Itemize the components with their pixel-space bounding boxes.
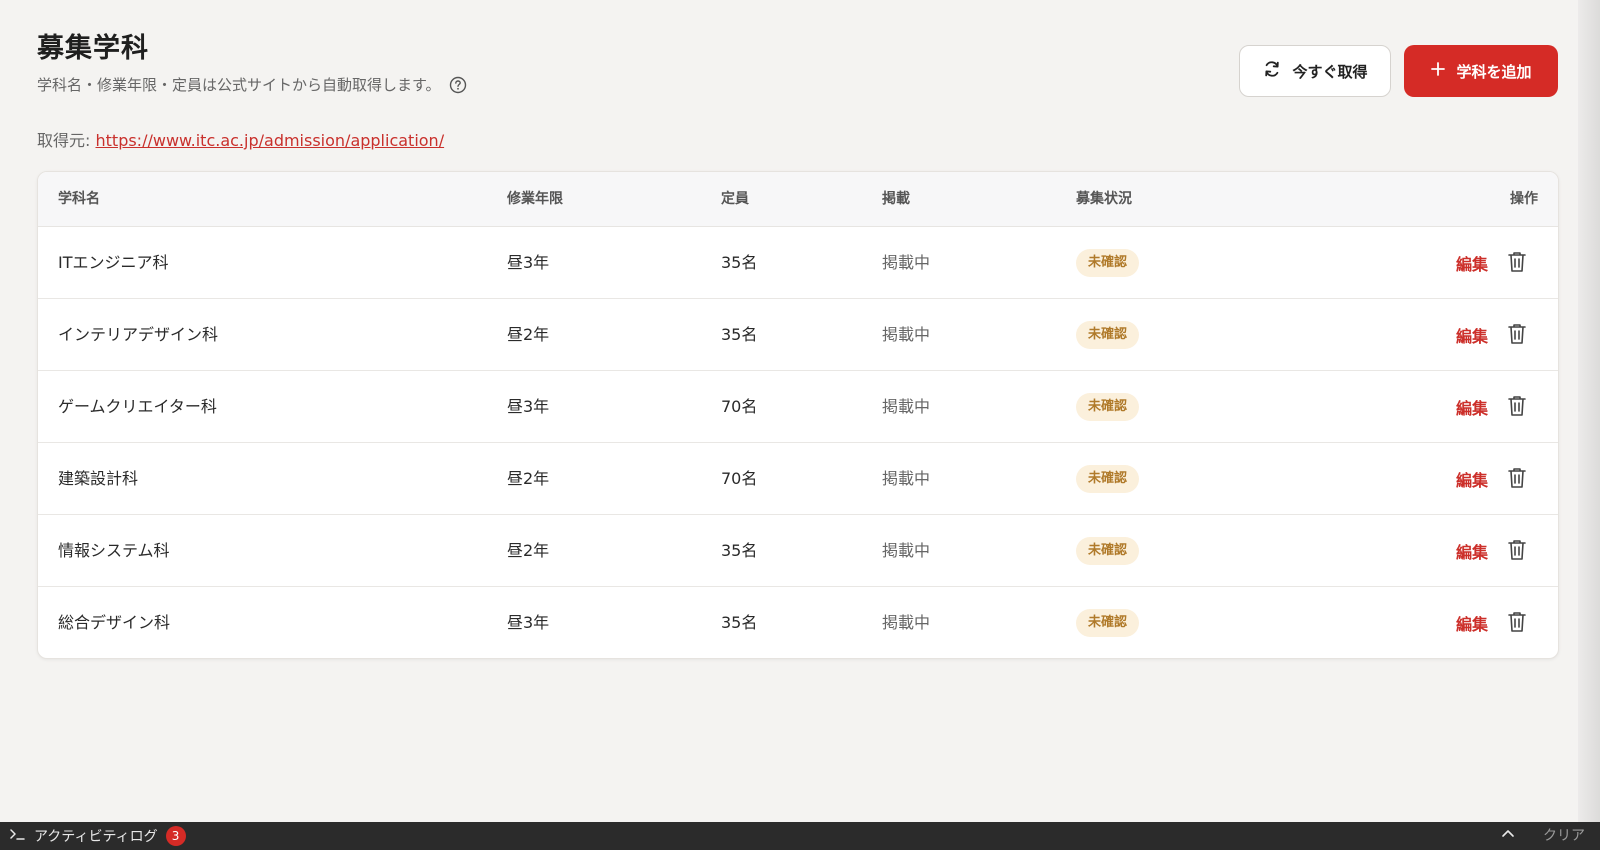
published-status: 掲載中 [882, 613, 931, 632]
column-header-name: 学科名 [58, 191, 100, 207]
column-header-actions: 操作 [1510, 191, 1538, 207]
table-row: 情報システム科 昼2年 35名 掲載中 未確認 編集 [38, 515, 1558, 587]
page: 募集学科 学科名・修業年限・定員は公式サイトから自動取得します。 取得元: ht… [0, 0, 1600, 850]
study-years: 昼3年 [507, 613, 550, 632]
source-label: 取得元: [37, 131, 91, 150]
page-subtitle: 学科名・修業年限・定員は公式サイトから自動取得します。 [37, 74, 467, 95]
department-name: 総合デザイン科 [58, 613, 171, 632]
table-row: インテリアデザイン科 昼2年 35名 掲載中 未確認 編集 [38, 299, 1558, 371]
published-status: 掲載中 [882, 325, 931, 344]
department-name: ゲームクリエイター科 [58, 397, 217, 416]
department-name: 情報システム科 [58, 541, 170, 560]
capacity: 35名 [721, 253, 758, 272]
status-badge: 未確認 [1076, 249, 1140, 277]
edit-button[interactable]: 編集 [1456, 299, 1488, 374]
column-header-years: 修業年限 [507, 191, 563, 207]
status-badge: 未確認 [1076, 465, 1140, 493]
column-header-published: 掲載 [882, 191, 910, 207]
activity-log-toggle[interactable]: アクティビティログ 3 [10, 822, 186, 850]
trash-icon[interactable] [1506, 250, 1528, 274]
published-status: 掲載中 [882, 253, 931, 272]
published-status: 掲載中 [882, 397, 931, 416]
study-years: 昼2年 [507, 541, 550, 560]
source-line: 取得元: https://www.itc.ac.jp/admission/app… [37, 127, 444, 151]
capacity: 35名 [721, 325, 758, 344]
edit-button[interactable]: 編集 [1456, 443, 1488, 518]
department-name: 建築設計科 [58, 469, 139, 488]
edit-button[interactable]: 編集 [1456, 587, 1488, 658]
departments-table: 学科名 修業年限 定員 掲載 募集状況 操作 ITエンジニア科 昼3年 35名 … [37, 171, 1559, 659]
capacity: 70名 [721, 397, 758, 416]
refresh-icon [1262, 59, 1282, 83]
table-row: ゲームクリエイター科 昼3年 70名 掲載中 未確認 編集 [38, 371, 1558, 443]
add-department-button[interactable]: 学科を追加 [1404, 45, 1558, 97]
trash-icon[interactable] [1506, 394, 1528, 418]
activity-log-bar: アクティビティログ 3 クリア [0, 822, 1600, 850]
trash-icon[interactable] [1506, 322, 1528, 346]
question-circle-icon[interactable] [449, 76, 467, 94]
fetch-now-button[interactable]: 今すぐ取得 [1239, 45, 1391, 97]
published-status: 掲載中 [882, 469, 931, 488]
published-status: 掲載中 [882, 541, 931, 560]
study-years: 昼3年 [507, 397, 550, 416]
capacity: 70名 [721, 469, 758, 488]
add-department-label: 学科を追加 [1456, 62, 1532, 81]
fetch-now-label: 今すぐ取得 [1292, 62, 1368, 81]
study-years: 昼2年 [507, 469, 550, 488]
department-name: ITエンジニア科 [58, 253, 169, 272]
status-badge: 未確認 [1076, 537, 1140, 565]
table-row: 総合デザイン科 昼3年 35名 掲載中 未確認 編集 [38, 587, 1558, 658]
activity-log-label: アクティビティログ [34, 829, 158, 845]
page-title: 募集学科 [37, 33, 149, 64]
activity-count-badge: 3 [165, 826, 186, 846]
trash-icon[interactable] [1506, 538, 1528, 562]
chevron-up-icon[interactable] [1500, 826, 1516, 842]
edit-button[interactable]: 編集 [1456, 227, 1488, 302]
terminal-icon [10, 827, 26, 845]
status-badge: 未確認 [1076, 393, 1140, 421]
study-years: 昼2年 [507, 325, 550, 344]
department-name: インテリアデザイン科 [58, 325, 219, 344]
column-header-capacity: 定員 [721, 191, 749, 207]
status-badge: 未確認 [1076, 609, 1140, 637]
scrollbar-track[interactable] [1578, 0, 1600, 822]
capacity: 35名 [721, 541, 758, 560]
capacity: 35名 [721, 613, 758, 632]
table-header: 学科名 修業年限 定員 掲載 募集状況 操作 [38, 172, 1558, 227]
clear-log-button[interactable]: クリア [1543, 822, 1585, 850]
plus-icon [1430, 61, 1446, 81]
trash-icon[interactable] [1506, 610, 1528, 634]
source-url-link[interactable]: https://www.itc.ac.jp/admission/applicat… [96, 131, 445, 150]
edit-button[interactable]: 編集 [1456, 515, 1488, 590]
study-years: 昼3年 [507, 253, 550, 272]
subtitle-text: 学科名・修業年限・定員は公式サイトから自動取得します。 [37, 76, 441, 94]
status-badge: 未確認 [1076, 321, 1140, 349]
edit-button[interactable]: 編集 [1456, 371, 1488, 446]
trash-icon[interactable] [1506, 466, 1528, 490]
table-row: 建築設計科 昼2年 70名 掲載中 未確認 編集 [38, 443, 1558, 515]
table-row: ITエンジニア科 昼3年 35名 掲載中 未確認 編集 [38, 227, 1558, 299]
column-header-status: 募集状況 [1076, 191, 1132, 207]
